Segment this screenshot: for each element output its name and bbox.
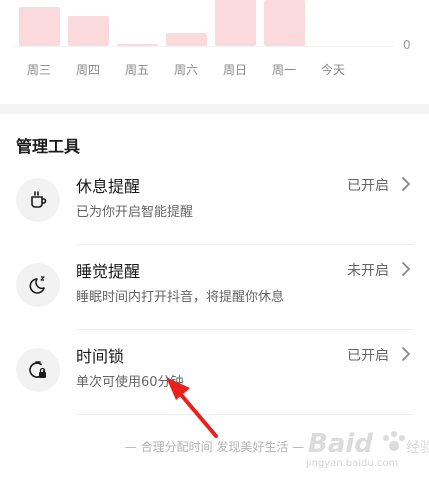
tool-title: 睡觉提醒 (76, 262, 141, 281)
moon-icon (16, 263, 60, 307)
tool-description: 已为你开启智能提醒 (76, 205, 194, 220)
tool-title: 休息提醒 (76, 177, 141, 196)
chart-bar-6 (264, 0, 305, 46)
x-axis-label: 今天 (320, 63, 345, 77)
chevron-right-icon (402, 347, 410, 361)
chart-canvas (14, 0, 395, 47)
row-separator (76, 329, 413, 330)
chart-bar-4 (166, 33, 207, 46)
y-axis-zero-label: 0 (403, 38, 411, 52)
tool-title: 时间锁 (76, 347, 125, 366)
x-axis-label: 周五 (124, 63, 149, 77)
tool-status: 已开启 (347, 348, 389, 364)
chart-bar-1 (19, 7, 60, 46)
chart-bar-2 (68, 16, 109, 46)
tool-time-lock[interactable]: 时间锁 单次可使用60分钟 已开启 (0, 331, 429, 415)
timer-lock-icon (16, 348, 60, 392)
chart-bar-3 (117, 44, 158, 46)
tool-rest-reminder[interactable]: 休息提醒 已为你开启智能提醒 已开启 (0, 161, 429, 245)
section-divider (0, 104, 429, 114)
x-axis-label: 周一 (271, 63, 296, 77)
chevron-right-icon (402, 177, 410, 191)
row-separator (76, 244, 413, 245)
section-title: 管理工具 (16, 137, 81, 156)
tool-description: 睡眠时间内打开抖音，将提醒你休息 (76, 290, 285, 305)
tool-status: 未开启 (347, 263, 389, 279)
usage-bar-chart: 0 周三 周四 周五 周六 周日 周一 今天 (0, 0, 429, 104)
svg-text:Baid: Baid (308, 429, 373, 459)
cup-icon (16, 178, 60, 222)
row-separator (76, 414, 413, 415)
x-axis-label: 周四 (75, 63, 100, 77)
tool-status: 已开启 (347, 178, 389, 194)
x-axis-label: 周六 (173, 63, 198, 77)
tool-description: 单次可使用60分钟 (76, 375, 184, 390)
x-axis-label: 周日 (222, 63, 247, 77)
chevron-right-icon (402, 262, 410, 276)
baidu-jingyan-watermark: Baid 经验 jingyan.baidu.com (300, 422, 429, 479)
x-axis-label: 周三 (26, 63, 51, 77)
svg-text:经验: 经验 (406, 440, 429, 456)
chart-bar-5 (215, 0, 256, 46)
watermark-url: jingyan.baidu.com (306, 458, 399, 469)
tool-sleep-reminder[interactable]: 睡觉提醒 睡眠时间内打开抖音，将提醒你休息 未开启 (0, 246, 429, 330)
